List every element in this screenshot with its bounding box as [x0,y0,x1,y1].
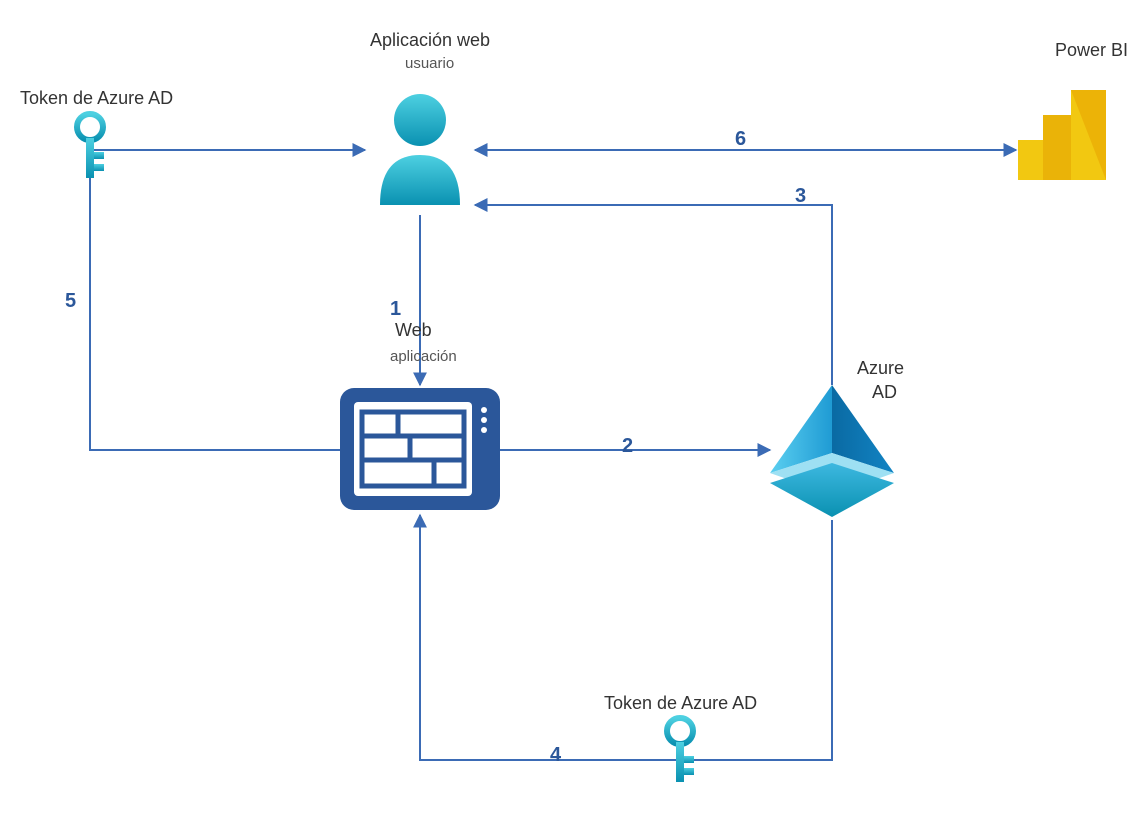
user-subtitle: usuario [405,55,454,72]
azure-ad-icon [770,385,894,517]
step-6: 6 [735,128,746,151]
step-2: 2 [622,435,633,458]
step-3: 3 [795,185,806,208]
step-5: 5 [65,290,76,313]
token-left-label: Token de Azure AD [20,88,173,109]
web-subtitle: aplicación [390,348,457,365]
user-icon [380,94,460,205]
user-title: Aplicación web [370,30,490,51]
azure-ad-subtitle: AD [872,382,897,403]
step-1: 1 [390,298,401,321]
edge-3 [475,205,832,385]
edge-4 [420,515,832,760]
power-bi-title: Power BI [1055,40,1128,61]
edge-5 [90,150,365,450]
diagram-canvas [0,0,1141,823]
key-icon-bottom [667,718,694,782]
azure-ad-title: Azure [857,358,904,379]
power-bi-icon [1018,90,1106,180]
key-icon-left [77,114,104,178]
token-bottom-label: Token de Azure AD [604,693,757,714]
web-title: Web [395,320,432,341]
step-4: 4 [550,744,561,767]
web-app-icon [340,388,500,510]
